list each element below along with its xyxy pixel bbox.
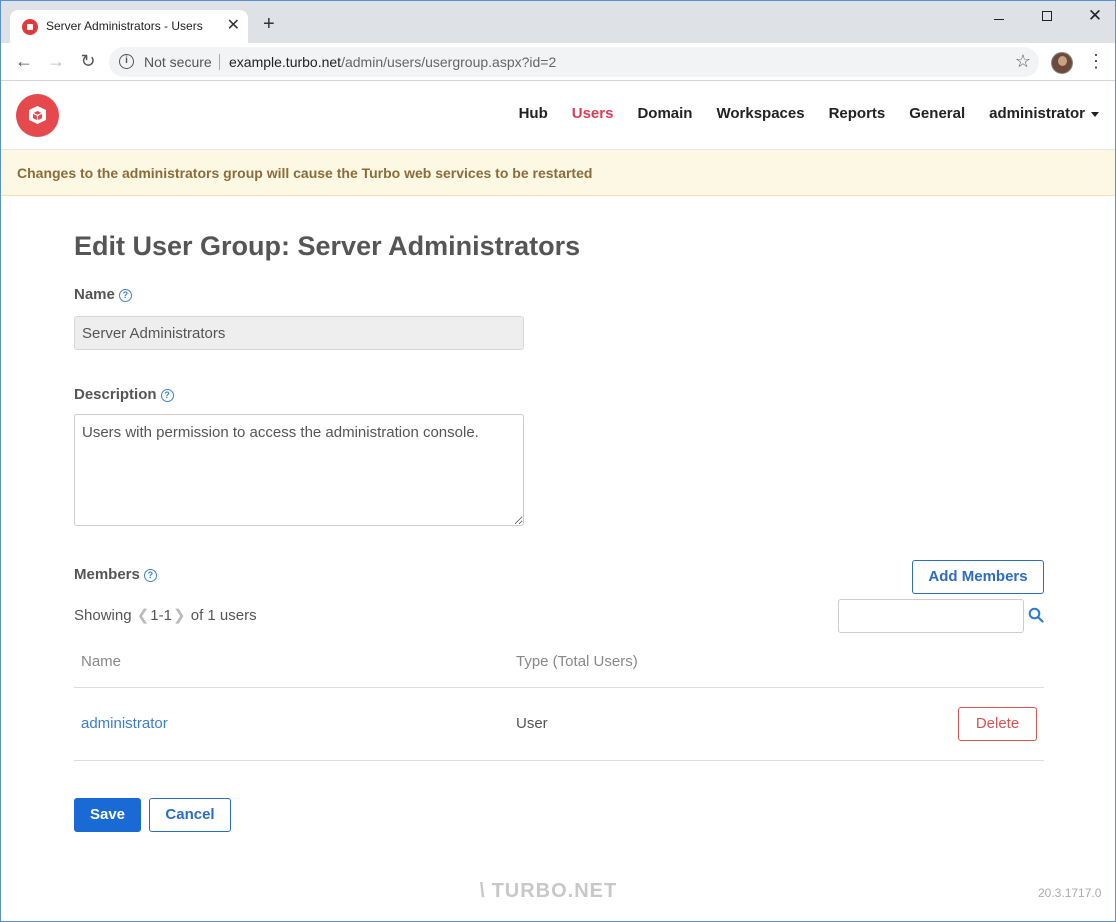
address-bar[interactable]: i Not secure example.turbo.net/admin/use… <box>109 47 1039 77</box>
page-title: Edit User Group: Server Administrators <box>74 231 581 261</box>
app-header: Hub Users Domain Workspaces Reports Gene… <box>1 82 1115 150</box>
turbo-logo-icon[interactable] <box>16 94 59 137</box>
close-tab-icon[interactable]: ✕ <box>227 17 240 35</box>
name-label: Name? <box>74 286 132 303</box>
caret-down-icon <box>1091 111 1099 117</box>
column-header-name[interactable]: Name <box>81 653 121 670</box>
browser-window: Server Administrators - Users ✕ + ✕ ← → … <box>0 0 1116 922</box>
browser-toolbar: ← → ↻ i Not secure example.turbo.net/adm… <box>1 43 1115 81</box>
nav-item-general[interactable]: General <box>909 105 965 122</box>
members-label: Members? <box>74 566 157 583</box>
tab-strip: Server Administrators - Users ✕ + ✕ <box>1 1 1115 43</box>
description-field[interactable]: Users with permission to access the admi… <box>74 414 524 526</box>
browser-menu-icon[interactable]: ⋮ <box>1087 51 1105 71</box>
window-close-icon[interactable]: ✕ <box>1085 7 1105 25</box>
footer-logo-text: TURBO.NET <box>491 880 618 902</box>
nav-item-workspaces[interactable]: Workspaces <box>716 105 804 122</box>
delete-member-button[interactable]: Delete <box>958 707 1037 741</box>
table-row: administrator User Delete <box>74 688 1044 761</box>
omnibox-divider <box>219 54 220 70</box>
bookmark-star-icon[interactable]: ☆ <box>1015 51 1031 72</box>
prev-page-icon[interactable]: ❮ <box>137 607 150 624</box>
url-path: /admin/users/usergroup.aspx?id=2 <box>341 54 557 70</box>
search-icon[interactable] <box>1028 607 1044 623</box>
user-menu-label: administrator <box>989 105 1085 122</box>
profile-avatar[interactable] <box>1051 52 1073 74</box>
turbo-favicon-icon <box>22 19 38 35</box>
minimize-icon[interactable] <box>989 7 1009 25</box>
save-button[interactable]: Save <box>74 798 141 832</box>
maximize-icon[interactable] <box>1037 7 1057 26</box>
column-header-type[interactable]: Type (Total Users) <box>516 653 638 670</box>
browser-tab[interactable]: Server Administrators - Users ✕ <box>10 10 248 43</box>
new-tab-icon[interactable]: + <box>263 14 275 34</box>
version-label: 20.3.1717.0 <box>1038 886 1102 900</box>
members-label-text: Members <box>74 566 140 583</box>
showing-label: Showing <box>74 607 132 624</box>
alert-text: Changes to the administrators group will… <box>17 165 593 181</box>
warning-alert: Changes to the administrators group will… <box>1 150 1115 196</box>
name-field[interactable] <box>74 316 524 350</box>
description-label: Description? <box>74 386 174 403</box>
member-name-link[interactable]: administrator <box>81 715 168 732</box>
info-icon[interactable]: i <box>119 54 134 69</box>
nav-item-hub[interactable]: Hub <box>519 105 548 122</box>
forward-arrow-icon[interactable]: → <box>46 51 66 71</box>
reload-icon[interactable]: ↻ <box>78 51 98 71</box>
member-search-input[interactable] <box>838 599 1024 633</box>
page-range: 1-1 <box>150 607 172 624</box>
help-icon[interactable]: ? <box>160 389 174 402</box>
next-page-icon[interactable]: ❯ <box>173 607 186 624</box>
footer-logo: \ TURBO.NET <box>479 880 617 903</box>
member-type: User <box>516 715 548 732</box>
help-icon[interactable]: ? <box>143 569 157 582</box>
nav-item-domain[interactable]: Domain <box>637 105 692 122</box>
main-nav: Hub Users Domain Workspaces Reports Gene… <box>519 105 1099 122</box>
nav-item-users[interactable]: Users <box>572 105 614 122</box>
turbo-mark-icon: \ <box>479 880 486 902</box>
help-icon[interactable]: ? <box>118 289 132 302</box>
pagination: Showing ❮1-1❯ of 1 users <box>74 606 257 624</box>
total-count: of 1 users <box>190 607 257 624</box>
add-members-button[interactable]: Add Members <box>912 560 1044 594</box>
name-label-text: Name <box>74 286 115 303</box>
url-text[interactable]: example.turbo.net/admin/users/usergroup.… <box>229 54 556 70</box>
cancel-button[interactable]: Cancel <box>149 798 231 832</box>
url-host: example.turbo.net <box>229 54 342 70</box>
user-menu[interactable]: administrator <box>989 105 1099 122</box>
description-label-text: Description <box>74 386 157 403</box>
security-label[interactable]: Not secure <box>144 54 212 70</box>
tab-title: Server Administrators - Users <box>46 19 203 33</box>
back-arrow-icon[interactable]: ← <box>14 51 34 71</box>
nav-item-reports[interactable]: Reports <box>829 105 886 122</box>
